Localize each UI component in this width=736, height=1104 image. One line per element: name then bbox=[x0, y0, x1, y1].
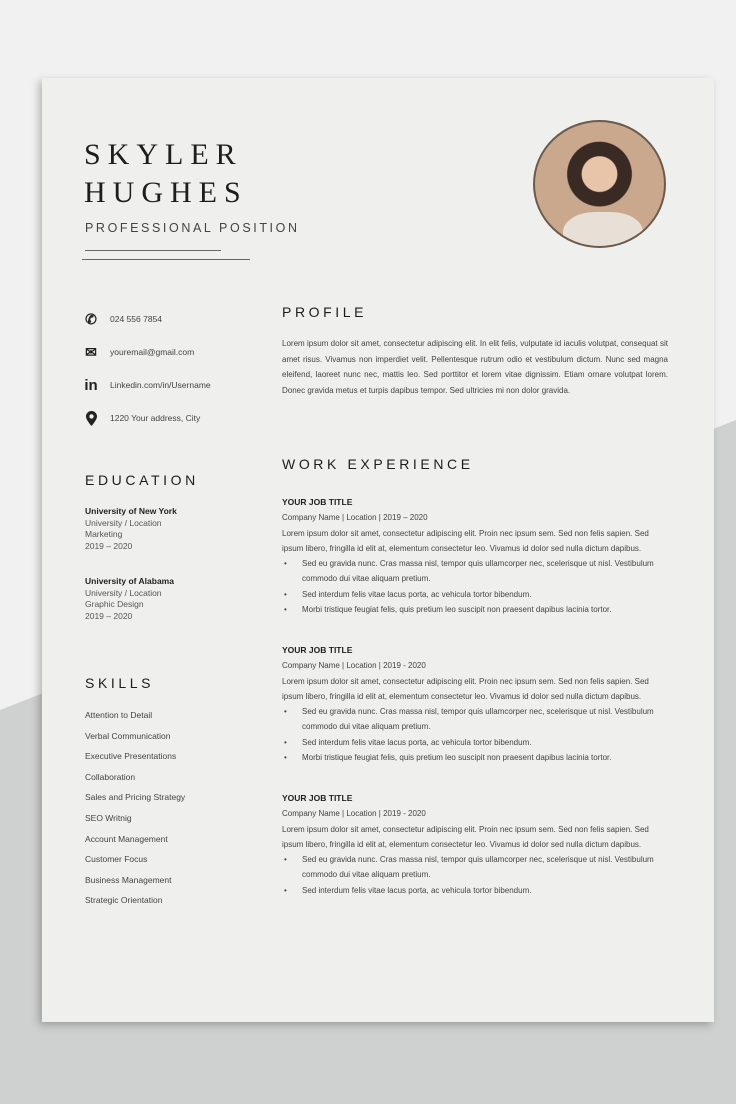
divider bbox=[85, 250, 221, 251]
job-bullet: Morbi tristique feugiat felis, quis pret… bbox=[282, 602, 670, 618]
job-title: YOUR JOB TITLE bbox=[282, 793, 353, 803]
job-title: YOUR JOB TITLE bbox=[282, 645, 353, 655]
job-bullet: Sed eu gravida nunc. Cras massa nisl, te… bbox=[282, 704, 670, 735]
job-description: Lorem ipsum dolor sit amet, consectetur … bbox=[282, 824, 649, 849]
last-name: HUGHES bbox=[84, 176, 248, 209]
skill-item: SEO Writnig bbox=[85, 812, 132, 823]
job-meta: Company Name | Location | 2019 - 2020 bbox=[282, 661, 426, 671]
skills-heading: SKILLS bbox=[85, 675, 155, 691]
work-experience-heading: WORK EXPERIENCE bbox=[282, 456, 474, 472]
job-title: YOUR JOB TITLE bbox=[282, 497, 353, 507]
contact-email: ✉ youremail@gmail.com bbox=[82, 344, 194, 360]
job-bullet: Sed interdum felis vitae lacus porta, ac… bbox=[282, 735, 670, 751]
education-heading: EDUCATION bbox=[85, 472, 199, 488]
job-description: Lorem ipsum dolor sit amet, consectetur … bbox=[282, 676, 649, 701]
profile-text: Lorem ipsum dolor sit amet, consectetur … bbox=[282, 339, 668, 395]
phone-icon: ✆ bbox=[85, 310, 97, 327]
skill-item: Executive Presentations bbox=[85, 751, 177, 762]
edu-years: 2019 – 2020 bbox=[85, 610, 133, 621]
email-icon: ✉ bbox=[85, 343, 97, 360]
contact-phone: ✆ 024 556 7854 bbox=[82, 311, 162, 327]
edu-field: Marketing bbox=[85, 529, 123, 539]
school: University of New York bbox=[85, 506, 177, 516]
skill-item: Business Management bbox=[85, 874, 172, 885]
job-entry: YOUR JOB TITLE Company Name | Location |… bbox=[282, 643, 670, 766]
job-entry: YOUR JOB TITLE Company Name | Location |… bbox=[282, 495, 670, 618]
job-entry: YOUR JOB TITLE Company Name | Location |… bbox=[282, 791, 670, 898]
skill-item: Attention to Detail bbox=[85, 710, 153, 720]
edu-field: Graphic Design bbox=[85, 599, 144, 609]
edu-years: 2019 – 2020 bbox=[85, 540, 133, 551]
profile-photo bbox=[533, 120, 666, 248]
linkedin-icon: in bbox=[84, 376, 98, 394]
resume-page: SKYLER HUGHES PROFESSIONAL POSITION ✆ 024 … bbox=[42, 78, 714, 1022]
job-bullet: Sed eu gravida nunc. Cras massa nisl, te… bbox=[282, 556, 670, 587]
divider bbox=[82, 259, 250, 260]
contact-text: 024 556 7854 bbox=[110, 314, 162, 324]
first-name: SKYLER bbox=[84, 138, 243, 171]
candidate-name: SKYLER HUGHES bbox=[84, 136, 248, 212]
education-item: University of New York University / Locat… bbox=[85, 506, 177, 552]
professional-position: PROFESSIONAL POSITION bbox=[85, 221, 300, 235]
skill-item: Customer Focus bbox=[85, 854, 148, 865]
profile-heading: PROFILE bbox=[282, 304, 368, 320]
contact-linkedin: in Linkedin.com/in/Username bbox=[82, 376, 211, 394]
edu-location: University / Location bbox=[85, 587, 162, 598]
skill-item: Account Management bbox=[85, 833, 168, 844]
contact-text: Linkedin.com/in/Username bbox=[110, 380, 211, 390]
job-bullet: Sed interdum felis vitae lacus porta, ac… bbox=[282, 883, 670, 899]
education-item: University of Alabama University / Locati… bbox=[85, 576, 174, 622]
edu-location: University / Location bbox=[85, 517, 162, 528]
skills-list: Attention to Detail Verbal Communication… bbox=[85, 710, 185, 916]
location-pin-icon bbox=[82, 410, 100, 426]
job-meta: Company Name | Location | 2019 – 2020 bbox=[282, 513, 428, 523]
job-bullet: Morbi tristique feugiat felis, quis pret… bbox=[282, 750, 670, 766]
skill-item: Sales and Pricing Strategy bbox=[85, 792, 186, 803]
skill-item: Collaboration bbox=[85, 771, 136, 782]
contact-text: youremail@gmail.com bbox=[110, 347, 195, 357]
job-bullet: Sed eu gravida nunc. Cras massa nisl, te… bbox=[282, 852, 670, 883]
job-description: Lorem ipsum dolor sit amet, consectetur … bbox=[282, 528, 649, 553]
job-meta: Company Name | Location | 2019 - 2020 bbox=[282, 809, 426, 819]
job-bullet: Sed interdum felis vitae lacus porta, ac… bbox=[282, 587, 670, 603]
school: University of Alabama bbox=[85, 576, 174, 586]
contact-text: 1220 Your address, City bbox=[110, 413, 201, 423]
skill-item: Strategic Orientation bbox=[85, 895, 163, 906]
contact-address: 1220 Your address, City bbox=[82, 410, 200, 426]
skill-item: Verbal Communication bbox=[85, 730, 171, 741]
